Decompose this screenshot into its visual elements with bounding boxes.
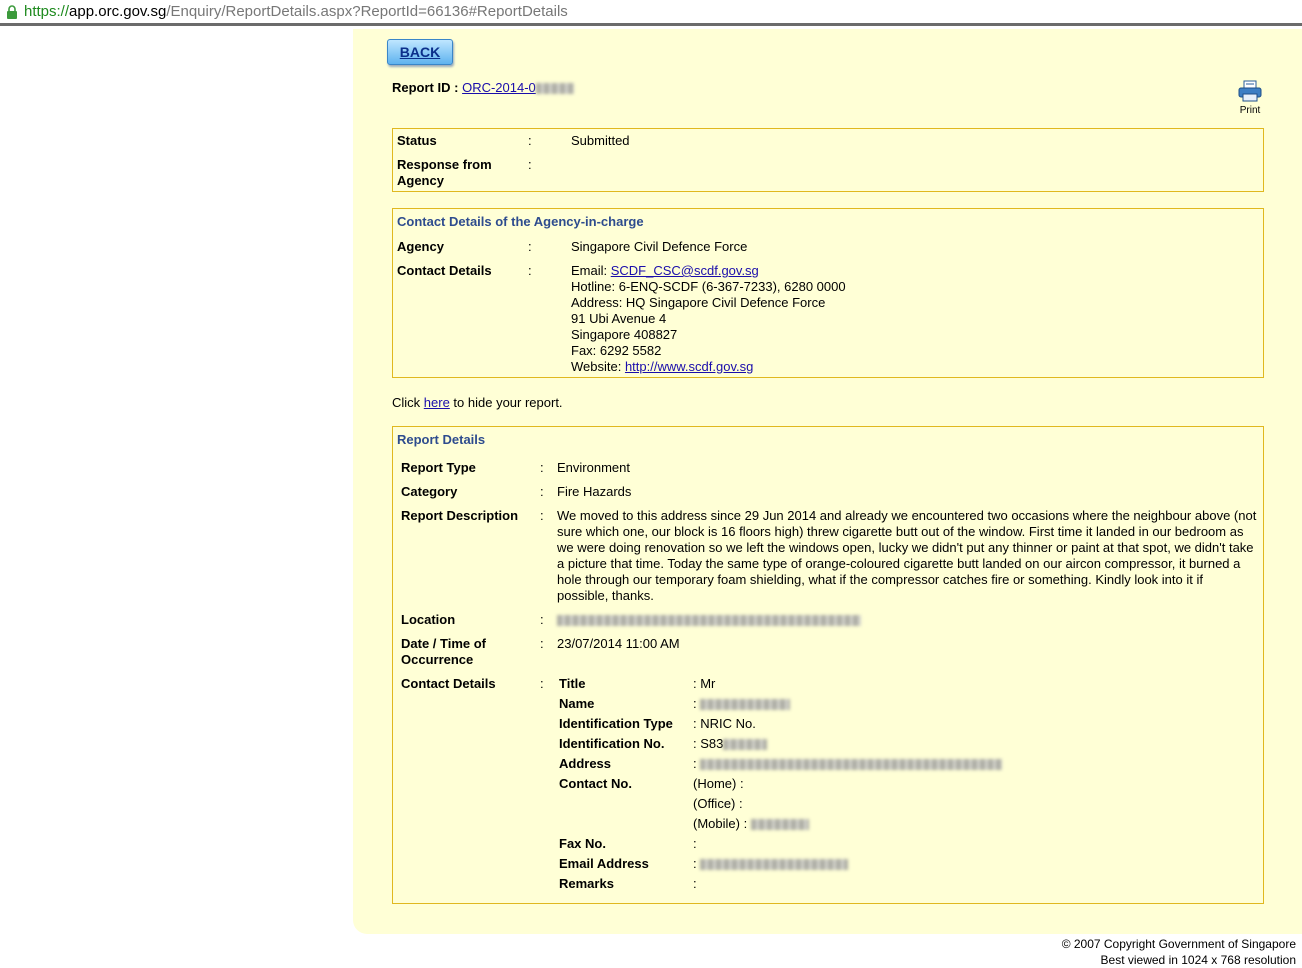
- datetime-value: 23/07/2014 11:00 AM: [557, 636, 680, 651]
- redacted-address: [700, 759, 1003, 771]
- report-id-link[interactable]: ORC-2014-0: [462, 80, 574, 95]
- colon: :: [540, 676, 544, 691]
- email-colon: :: [693, 856, 697, 871]
- colon: :: [540, 460, 544, 475]
- category-value: Fire Hazards: [557, 484, 632, 499]
- mobile-label: (Mobile) :: [693, 816, 748, 831]
- contact-fax-label: Fax No.: [559, 836, 606, 851]
- address-colon: :: [693, 756, 697, 771]
- url-path: /Enquiry/ReportDetails.aspx?ReportId=661…: [166, 3, 568, 20]
- contact-remarks-value: :: [693, 876, 697, 891]
- description-label: Report Description: [401, 508, 519, 523]
- hide-prefix: Click: [392, 395, 424, 410]
- contact-idno-label: Identification No.: [559, 736, 665, 751]
- status-label: Status: [397, 133, 437, 148]
- report-id-value: ORC-2014-0: [462, 80, 536, 95]
- datetime-label: Date / Time of Occurrence: [401, 636, 487, 667]
- main-panel: BACK Report ID : ORC-2014-0 Print Status…: [353, 29, 1302, 934]
- redacted-location: [557, 615, 861, 627]
- contact-idtype-label: Identification Type: [559, 716, 673, 731]
- agency-email-link[interactable]: SCDF_CSC@scdf.gov.sg: [611, 263, 759, 278]
- redacted-mobile: [750, 819, 809, 831]
- url-host: app.orc.gov.sg: [69, 3, 167, 20]
- colon: :: [528, 157, 532, 172]
- contact-remarks-label: Remarks: [559, 876, 614, 891]
- agency-value: Singapore Civil Defence Force: [571, 239, 748, 254]
- colon: :: [528, 239, 532, 254]
- colon: :: [540, 612, 544, 627]
- redacted-id: [723, 739, 768, 751]
- location-label: Location: [401, 612, 456, 627]
- agency-fax: Fax: 6292 5582: [571, 343, 662, 358]
- agency-website-line: Website: http://www.scdf.gov.sg: [571, 359, 1261, 375]
- print-label: Print: [1239, 105, 1261, 116]
- lock-icon: [7, 5, 17, 19]
- agency-contact-label: Contact Details: [397, 263, 492, 278]
- contact-name-label: Name: [559, 696, 595, 711]
- agency-address-1: Address: HQ Singapore Civil Defence Forc…: [571, 295, 826, 310]
- copyright-text: © 2007 Copyright Government of Singapore: [1061, 937, 1296, 951]
- address-bar[interactable]: https://app.orc.gov.sg/Enquiry/ReportDet…: [0, 0, 1302, 26]
- back-button[interactable]: BACK: [387, 39, 453, 65]
- redacted-email: [700, 859, 849, 871]
- category-label: Category: [401, 484, 458, 499]
- contact-no-label: Contact No.: [559, 776, 632, 791]
- contact-title-value: : Mr: [693, 676, 716, 691]
- contact-title-label: Title: [559, 676, 586, 691]
- description-value: We moved to this address since 29 Jun 20…: [557, 508, 1257, 603]
- colon: :: [540, 636, 544, 651]
- email-prefix: Email:: [571, 263, 611, 278]
- agency-box-title: Contact Details of the Agency-in-charge: [397, 214, 644, 229]
- contact-email-value: :: [693, 854, 849, 874]
- redacted-name: [700, 699, 791, 711]
- report-contact-label: Contact Details: [401, 676, 496, 691]
- contact-idtype-value: : NRIC No.: [693, 716, 756, 731]
- url-scheme: https://: [24, 3, 70, 20]
- agency-website-link[interactable]: http://www.scdf.gov.sg: [625, 359, 753, 374]
- report-id: Report ID : ORC-2014-0: [392, 80, 574, 95]
- status-box: Status : Submitted Response from Agency …: [392, 128, 1264, 192]
- colon: :: [528, 263, 532, 278]
- report-details-box: Report Details Report Type : Environment…: [392, 426, 1264, 904]
- colon: :: [540, 484, 544, 499]
- website-prefix: Website:: [571, 359, 625, 374]
- print-button[interactable]: Print: [1236, 80, 1264, 116]
- agency-hotline: Hotline: 6-ENQ-SCDF (6-367-7233), 6280 0…: [571, 279, 846, 294]
- footer: © 2007 Copyright Government of Singapore…: [1062, 936, 1296, 968]
- hide-report-link[interactable]: here: [424, 395, 450, 410]
- agency-address-2: 91 Ubi Avenue 4: [571, 311, 667, 326]
- colon: :: [540, 508, 544, 523]
- resolution-text: Best viewed in 1024 x 768 resolution: [1100, 953, 1296, 967]
- location-value: [557, 612, 1257, 628]
- redacted-report-id: [535, 83, 574, 95]
- url-text: https://app.orc.gov.sg/Enquiry/ReportDet…: [24, 0, 568, 24]
- printer-icon: [1238, 80, 1262, 102]
- report-id-label: Report ID :: [392, 80, 459, 95]
- contact-office: (Office) :: [693, 796, 743, 811]
- agency-label: Agency: [397, 239, 444, 254]
- colon: :: [528, 133, 532, 148]
- agency-contact-value: Email: SCDF_CSC@scdf.gov.sg Hotline: 6-E…: [571, 263, 1261, 375]
- report-details-title: Report Details: [397, 432, 486, 447]
- hide-report-line: Click here to hide your report.: [392, 395, 563, 410]
- status-value: Submitted: [571, 133, 630, 148]
- hide-suffix: to hide your report.: [449, 395, 563, 410]
- contact-address-label: Address: [559, 756, 612, 771]
- contact-mobile: (Mobile) :: [693, 814, 809, 834]
- contact-name-value: :: [693, 694, 791, 714]
- report-type-label: Report Type: [401, 460, 476, 475]
- contact-email-label: Email Address: [559, 856, 649, 871]
- contact-address-value: :: [693, 754, 1003, 774]
- contact-idno-value: : S83: [693, 734, 768, 754]
- agency-box: Contact Details of the Agency-in-charge …: [392, 208, 1264, 378]
- idno-prefix: : S83: [693, 736, 724, 751]
- agency-email-line: Email: SCDF_CSC@scdf.gov.sg: [571, 263, 1261, 279]
- contact-fax-value: :: [693, 836, 697, 851]
- name-colon: :: [693, 696, 697, 711]
- agency-address-3: Singapore 408827: [571, 327, 678, 342]
- response-label: Response from Agency: [397, 157, 492, 188]
- report-type-value: Environment: [557, 460, 630, 475]
- contact-home: (Home) :: [693, 776, 744, 791]
